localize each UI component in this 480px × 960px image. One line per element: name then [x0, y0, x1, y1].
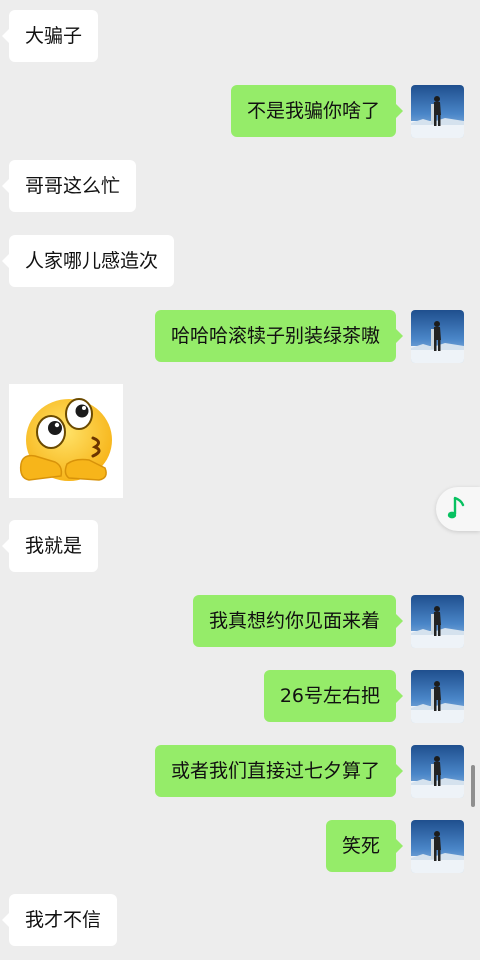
- message-bubble-outgoing[interactable]: 26号左右把: [263, 670, 404, 722]
- message-bubble-incoming[interactable]: 人家哪儿感造次: [1, 235, 175, 287]
- floating-music-button[interactable]: [436, 487, 480, 531]
- user-avatar[interactable]: [411, 820, 464, 873]
- user-avatar[interactable]: [411, 310, 464, 363]
- avatar-photo-icon: [411, 310, 464, 363]
- message-bubble-outgoing[interactable]: 或者我们直接过七夕算了: [154, 745, 404, 797]
- message-bubble-outgoing[interactable]: 笑死: [325, 820, 404, 872]
- avatar-photo-icon: [411, 670, 464, 723]
- user-avatar[interactable]: [411, 670, 464, 723]
- music-note-icon: [447, 496, 465, 519]
- avatar-photo-icon: [411, 820, 464, 873]
- message-bubble-incoming[interactable]: 我就是: [1, 520, 99, 572]
- sticker-message[interactable]: [9, 384, 123, 498]
- user-avatar[interactable]: [411, 595, 464, 648]
- message-bubble-outgoing[interactable]: 哈哈哈滚犊子别装绿茶嗷: [154, 310, 404, 362]
- scrollbar[interactable]: [471, 765, 475, 807]
- message-bubble-outgoing[interactable]: 我真想约你见面来着: [192, 595, 404, 647]
- user-avatar[interactable]: [411, 85, 464, 138]
- message-bubble-incoming[interactable]: 我才不信: [1, 894, 118, 946]
- user-avatar[interactable]: [411, 745, 464, 798]
- avatar-photo-icon: [411, 85, 464, 138]
- message-bubble-incoming[interactable]: 哥哥这么忙: [1, 160, 137, 212]
- avatar-photo-icon: [411, 595, 464, 648]
- message-bubble-incoming[interactable]: 大骗子: [1, 10, 99, 62]
- message-bubble-outgoing[interactable]: 不是我骗你啥了: [230, 85, 404, 137]
- avatar-photo-icon: [411, 745, 464, 798]
- kiss-emoji-icon: [19, 398, 112, 481]
